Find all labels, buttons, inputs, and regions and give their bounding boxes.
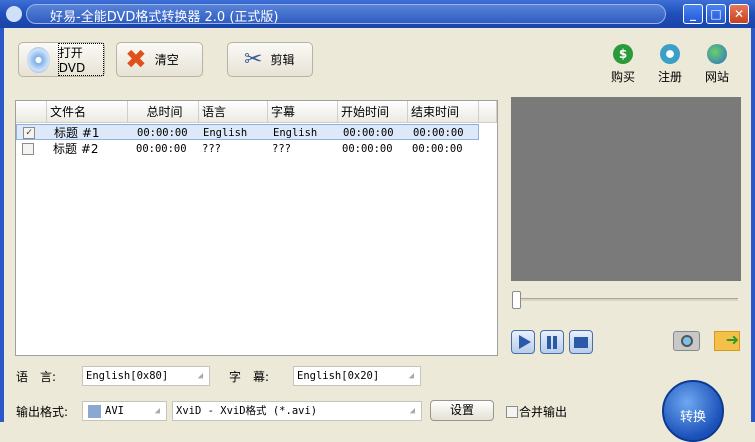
play-icon bbox=[519, 335, 531, 349]
header-end-time[interactable]: 结束时间 bbox=[408, 101, 479, 123]
dropdown-arrow-icon: ◢ bbox=[408, 371, 414, 381]
clear-button[interactable]: ✖ 清空 bbox=[116, 42, 203, 77]
cell-total: 00:00:00 bbox=[137, 127, 188, 139]
cell-subtitle: ??? bbox=[272, 143, 291, 155]
window-title: 好易-全能DVD格式转换器 2.0 (正式版) bbox=[50, 10, 279, 25]
open-folder-icon[interactable]: ➜ bbox=[714, 331, 740, 351]
convert-button[interactable]: 转换 bbox=[662, 380, 724, 442]
settings-button[interactable]: 设置 bbox=[430, 400, 494, 421]
globe-icon bbox=[707, 44, 727, 64]
cell-total: 00:00:00 bbox=[136, 143, 187, 155]
register-label: 注册 bbox=[657, 70, 682, 84]
cell-end: 00:00:00 bbox=[413, 127, 464, 139]
header-language[interactable]: 语言 bbox=[199, 101, 268, 123]
codec-value: XviD - XviD格式 (*.avi) bbox=[176, 405, 318, 417]
maximize-button[interactable]: □ bbox=[706, 4, 726, 24]
merge-output-checkbox[interactable]: 合并输出 bbox=[506, 403, 567, 420]
cell-name: 标题 #2 bbox=[53, 142, 99, 156]
subtitle-label: 字 幕: bbox=[229, 370, 270, 384]
play-button[interactable] bbox=[511, 330, 535, 354]
x-icon: ✖ bbox=[125, 44, 147, 75]
convert-label: 转换 bbox=[679, 410, 706, 425]
title-list[interactable]: 文件名 总时间 语言 字幕 开始时间 结束时间 ✓ 标题 #1 00:00:00… bbox=[15, 100, 498, 356]
stop-icon bbox=[574, 337, 588, 348]
row-checkbox[interactable] bbox=[22, 143, 34, 155]
cell-start: 00:00:00 bbox=[343, 127, 394, 139]
header-total-time[interactable]: 总时间 bbox=[128, 101, 199, 123]
header-filler bbox=[479, 101, 497, 123]
cell-start: 00:00:00 bbox=[342, 143, 393, 155]
header-subtitle[interactable]: 字幕 bbox=[268, 101, 338, 123]
edit-button[interactable]: ✂ 剪辑 bbox=[227, 42, 313, 77]
codec-select[interactable]: XviD - XviD格式 (*.avi) ◢ bbox=[172, 401, 422, 421]
avi-icon bbox=[88, 405, 101, 418]
language-select[interactable]: English[0x80] ◢ bbox=[82, 366, 210, 386]
close-button[interactable]: ✕ bbox=[729, 4, 749, 24]
dropdown-arrow-icon: ◢ bbox=[154, 406, 160, 416]
language-label: 语 言: bbox=[16, 370, 57, 384]
edit-label: 剪辑 bbox=[270, 53, 295, 67]
header-filename[interactable]: 文件名 bbox=[47, 101, 128, 123]
header-check bbox=[16, 101, 47, 123]
seek-slider[interactable] bbox=[516, 298, 738, 301]
output-format-label: 输出格式: bbox=[16, 405, 69, 419]
dropdown-arrow-icon: ◢ bbox=[409, 406, 415, 416]
buy-link[interactable]: $ 购买 bbox=[606, 44, 640, 85]
open-dvd-button[interactable]: 打开DVD bbox=[18, 42, 105, 77]
dropdown-arrow-icon: ◢ bbox=[197, 371, 203, 381]
table-row[interactable]: 标题 #2 00:00:00 ??? ??? 00:00:00 00:00:00 bbox=[16, 141, 479, 157]
stop-button[interactable] bbox=[569, 330, 593, 354]
website-link[interactable]: 网站 bbox=[700, 44, 734, 85]
cell-language: ??? bbox=[202, 143, 221, 155]
pause-button[interactable] bbox=[540, 330, 564, 354]
dollar-icon: $ bbox=[613, 44, 633, 64]
register-icon bbox=[660, 44, 680, 64]
window-border bbox=[0, 28, 4, 422]
table-row[interactable]: ✓ 标题 #1 00:00:00 English English 00:00:0… bbox=[16, 124, 479, 140]
cell-language: English bbox=[203, 127, 248, 139]
app-icon bbox=[6, 6, 22, 22]
open-dvd-label: 打开DVD bbox=[57, 43, 104, 76]
merge-checkbox-box[interactable] bbox=[506, 405, 518, 418]
window-border bbox=[751, 28, 755, 422]
header-start-time[interactable]: 开始时间 bbox=[338, 101, 408, 123]
row-checkbox[interactable]: ✓ bbox=[23, 127, 35, 139]
language-value: English[0x80] bbox=[86, 370, 169, 382]
cell-subtitle: English bbox=[273, 127, 318, 139]
register-link[interactable]: 注册 bbox=[653, 44, 687, 85]
pause-icon bbox=[547, 336, 551, 349]
format-select[interactable]: AVI ◢ bbox=[82, 401, 167, 421]
dvd-disc-icon bbox=[27, 46, 50, 73]
cell-name: 标题 #1 bbox=[54, 126, 100, 140]
format-value: AVI bbox=[105, 405, 124, 417]
buy-label: 购买 bbox=[610, 70, 635, 84]
website-label: 网站 bbox=[704, 70, 729, 84]
minimize-button[interactable]: _ bbox=[683, 4, 703, 24]
clear-label: 清空 bbox=[154, 53, 179, 67]
scissors-icon: ✂ bbox=[244, 47, 263, 72]
merge-label: 合并输出 bbox=[519, 405, 568, 419]
cell-end: 00:00:00 bbox=[412, 143, 463, 155]
snapshot-camera-icon[interactable] bbox=[673, 331, 700, 351]
seek-slider-thumb[interactable] bbox=[512, 291, 521, 309]
subtitle-select[interactable]: English[0x20] ◢ bbox=[293, 366, 421, 386]
video-preview bbox=[511, 97, 741, 281]
subtitle-value: English[0x20] bbox=[297, 370, 380, 382]
